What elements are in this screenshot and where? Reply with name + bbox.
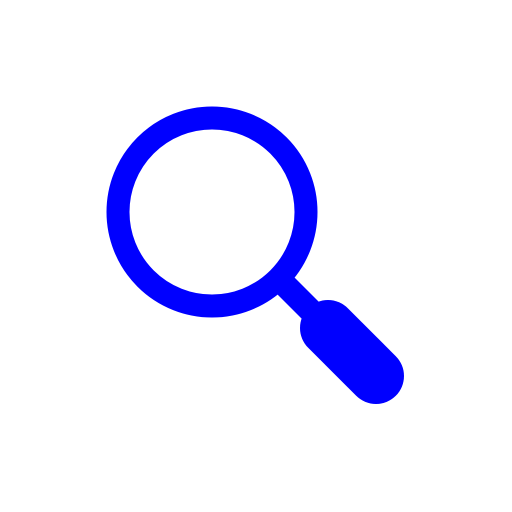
search-icon-handle <box>300 300 404 404</box>
icon-canvas <box>0 0 512 512</box>
search-icon[interactable] <box>0 0 512 512</box>
